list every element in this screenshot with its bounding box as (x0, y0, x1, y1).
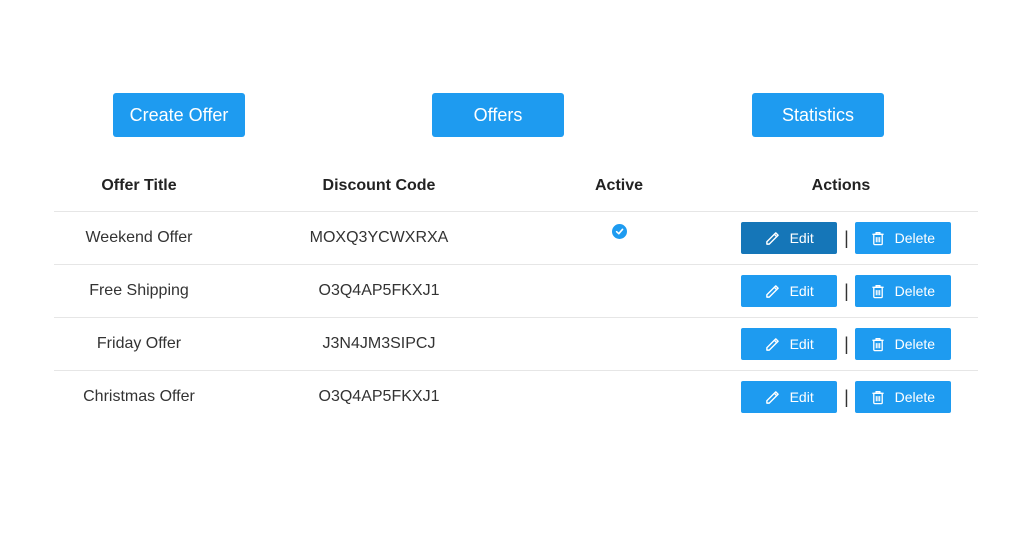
delete-label: Delete (894, 389, 936, 405)
edit-label: Edit (789, 283, 814, 299)
actions-cell: Edit | Delete (704, 264, 978, 318)
pencil-icon (765, 231, 780, 246)
edit-button[interactable]: Edit (741, 222, 838, 254)
header-offer-title: Offer Title (101, 176, 177, 194)
table-header-row: Offer Title Discount Code Active Actions (54, 160, 978, 212)
edit-button[interactable]: Edit (741, 328, 838, 360)
discount-code-cell: J3N4JM3SIPCJ (224, 317, 534, 371)
edit-label: Edit (789, 230, 814, 246)
header-discount-code: Discount Code (322, 176, 436, 194)
delete-button[interactable]: Delete (854, 381, 951, 413)
offers-button[interactable]: Offers (432, 93, 564, 137)
trash-icon (871, 284, 885, 299)
pencil-icon (765, 337, 780, 352)
edit-label: Edit (789, 389, 814, 405)
offers-table: Offer Title Discount Code Active Actions… (54, 160, 978, 423)
table-row: Friday Offer J3N4JM3SIPCJ Edit | Delete (54, 317, 978, 371)
delete-button[interactable]: Delete (854, 328, 951, 360)
edit-button[interactable]: Edit (741, 381, 838, 413)
offer-title-cell: Weekend Offer (54, 211, 224, 265)
active-cell (534, 317, 704, 371)
delete-button[interactable]: Delete (854, 222, 951, 254)
delete-label: Delete (894, 336, 936, 352)
edit-label: Edit (789, 336, 814, 352)
offer-title-cell: Free Shipping (54, 264, 224, 318)
edit-button[interactable]: Edit (741, 275, 838, 307)
table-row: Free Shipping O3Q4AP5FKXJ1 Edit | Delete (54, 264, 978, 318)
header-active: Active (594, 176, 644, 194)
active-cell (534, 370, 704, 423)
trash-icon (871, 390, 885, 405)
create-offer-button[interactable]: Create Offer (113, 93, 245, 137)
trash-icon (871, 337, 885, 352)
actions-cell: Edit | Delete (704, 317, 978, 371)
action-separator: | (844, 227, 849, 248)
discount-code-cell: O3Q4AP5FKXJ1 (224, 264, 534, 318)
actions-cell: Edit | Delete (704, 370, 978, 423)
actions-cell: Edit | Delete (704, 211, 978, 265)
table-row: Christmas Offer O3Q4AP5FKXJ1 Edit | Dele… (54, 370, 978, 423)
action-separator: | (844, 333, 849, 354)
header-actions: Actions (811, 176, 871, 194)
pencil-icon (765, 284, 780, 299)
action-separator: | (844, 280, 849, 301)
discount-code-cell: O3Q4AP5FKXJ1 (224, 370, 534, 423)
discount-code-cell: MOXQ3YCWXRXA (224, 211, 534, 265)
table-row: Weekend Offer MOXQ3YCWXRXA Edit | Delete (54, 211, 978, 265)
offer-title-cell: Friday Offer (54, 317, 224, 371)
active-cell (534, 264, 704, 318)
delete-label: Delete (894, 283, 936, 299)
offer-title-cell: Christmas Offer (54, 370, 224, 423)
delete-label: Delete (894, 230, 936, 246)
action-separator: | (844, 386, 849, 407)
pencil-icon (765, 390, 780, 405)
active-cell (534, 211, 704, 265)
check-circle-icon (611, 224, 627, 239)
delete-button[interactable]: Delete (854, 275, 951, 307)
statistics-button[interactable]: Statistics (752, 93, 884, 137)
trash-icon (871, 231, 885, 246)
